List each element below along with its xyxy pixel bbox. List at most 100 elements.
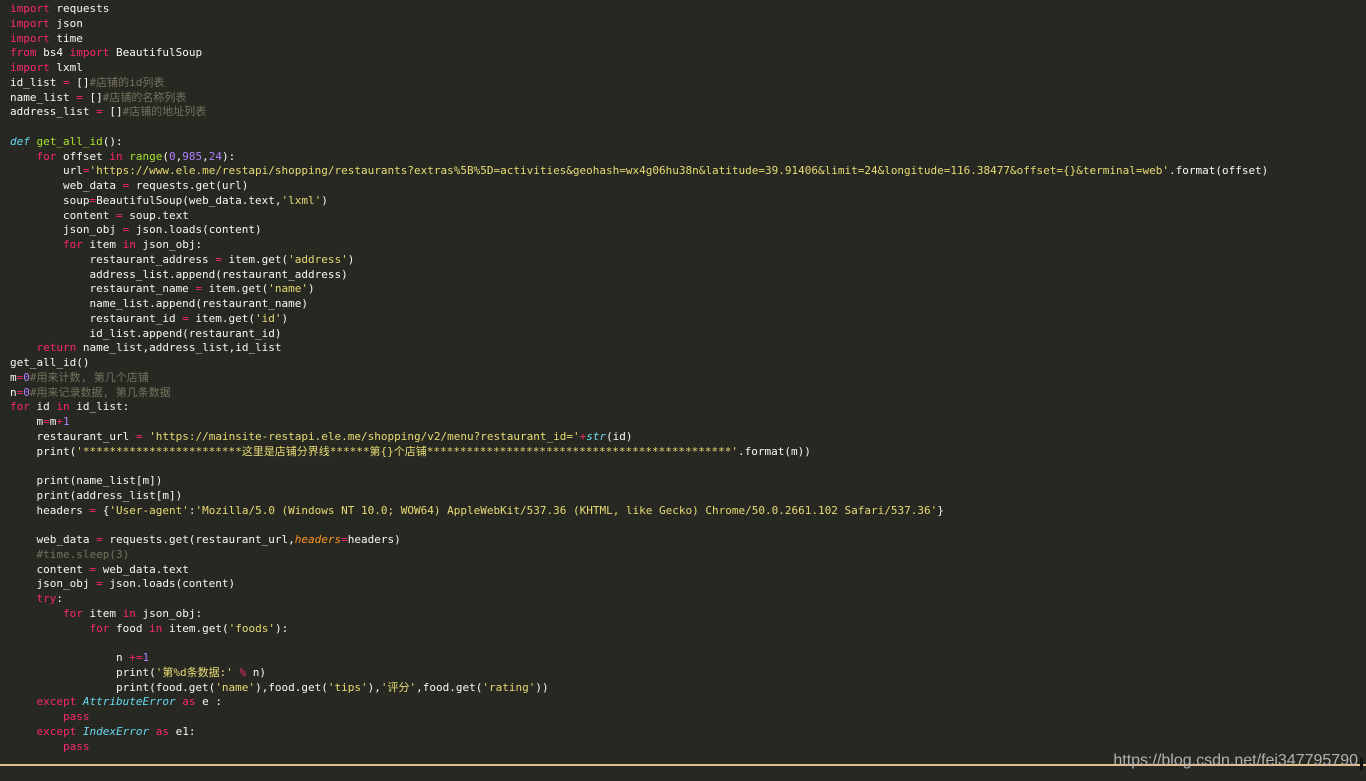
code-token: n) [246, 665, 266, 679]
code-token: str [586, 429, 607, 443]
code-editor[interactable]: import requests import json import time fro… [0, 0, 1366, 781]
code-token: print(name_list[m]) [10, 474, 163, 487]
code-token: as [155, 724, 169, 738]
code-token: offset [56, 149, 110, 163]
code-token: range [129, 149, 163, 163]
code-token: import [10, 61, 50, 74]
code-token: json_obj [10, 223, 123, 237]
code-line: id_list.append(restaurant_id) [10, 327, 1268, 342]
code-token: except [36, 724, 77, 738]
code-line: import time [10, 32, 1268, 47]
code-token: json.loads(content) [129, 223, 262, 237]
code-token: = [96, 577, 103, 591]
code-token: 'name' [215, 680, 256, 694]
code-token: n [10, 385, 17, 399]
code-token: AttributeError [82, 695, 176, 709]
code-token: get_all_id() [10, 356, 90, 369]
code-token: headers [294, 533, 342, 546]
code-token: 24 [208, 149, 222, 163]
code-token: json_obj [10, 577, 97, 591]
code-token: 'https://www.ele.me/restapi/shopping/res… [89, 164, 1169, 178]
code-line: restaurant_url = 'https://mainsite-resta… [10, 430, 1268, 445]
code-line: soup=BeautifulSoup(web_data.text,'lxml') [10, 194, 1268, 209]
code-line: except AttributeError as e : [10, 695, 1268, 710]
code-area[interactable]: import requests import json import time fro… [10, 2, 1268, 754]
code-token: (): [102, 134, 123, 148]
code-token: ) [281, 311, 289, 325]
code-token: 'https://mainsite-restapi.ele.me/shoppin… [149, 429, 580, 443]
code-token: [] [82, 90, 103, 104]
code-token: 'Mozilla/5.0 (Windows NT 10.0; WOW64) Ap… [195, 503, 938, 517]
code-token: try [36, 592, 57, 605]
code-token: = [96, 533, 103, 546]
code-token: json [49, 16, 83, 30]
code-line: import requests [10, 2, 1268, 17]
code-token: ) [347, 252, 355, 266]
code-line: #time.sleep(3) [10, 548, 1268, 563]
code-token: ),food.get( [255, 680, 328, 694]
code-token: = [96, 105, 103, 119]
code-token: as [182, 695, 196, 709]
code-token: 'tips' [327, 680, 368, 694]
code-token: .format(m)) [738, 444, 811, 458]
code-line: content = web_data.text [10, 563, 1268, 578]
code-token: print( [10, 444, 77, 458]
code-line: web_data = requests.get(url) [10, 179, 1268, 194]
code-token: address_list.append(restaurant_address) [10, 267, 348, 281]
code-token: ), [367, 680, 381, 694]
code-token: restaurant_address [10, 252, 216, 266]
code-line: print(name_list[m]) [10, 474, 1268, 489]
code-token: n [10, 651, 130, 664]
code-line: for item in json_obj: [10, 607, 1268, 622]
code-token: 0 [23, 370, 30, 384]
code-token: 'id' [255, 311, 282, 325]
code-token: headers [10, 503, 90, 517]
code-line: web_data = requests.get(restaurant_url,h… [10, 533, 1268, 548]
code-token: content [10, 208, 116, 222]
code-line: def get_all_id(): [10, 135, 1268, 150]
code-token: BeautifulSoup(web_data.text, [96, 193, 282, 207]
code-token: bs4 [36, 46, 70, 60]
code-token: soup.text [122, 208, 189, 222]
code-line: return name_list,address_list,id_list [10, 341, 1268, 356]
code-token: 'lxml' [281, 193, 322, 207]
code-token: ): [274, 621, 289, 635]
code-token: food [109, 621, 150, 635]
code-line: ​ [10, 518, 1268, 533]
code-line: for offset in range(0,985,24): [10, 150, 1268, 165]
code-token: #店铺的id列表 [89, 75, 165, 89]
code-line: url='https://www.ele.me/restapi/shopping… [10, 164, 1268, 179]
code-token: = [43, 415, 50, 428]
code-token: print(food.get( [10, 680, 216, 694]
code-line: for food in item.get('foods'): [10, 622, 1268, 637]
code-line: import json [10, 17, 1268, 32]
code-token: import [10, 2, 50, 15]
code-token: e1: [168, 724, 196, 738]
code-token: for [62, 238, 83, 251]
code-token: for [36, 149, 57, 163]
code-token: , [202, 149, 209, 163]
code-token: ,food.get( [416, 680, 483, 694]
code-line: try: [10, 592, 1268, 607]
code-line: n +=1 [10, 651, 1268, 666]
code-token: 'User-agent' [109, 503, 189, 517]
code-line: m=m+1 [10, 415, 1268, 430]
code-line: print('第%d条数据:' % n) [10, 666, 1268, 681]
code-token: in [122, 606, 136, 620]
code-token: = [62, 75, 70, 89]
code-token: import [10, 31, 50, 45]
code-token: m [10, 415, 44, 428]
code-token: '评分' [380, 680, 417, 694]
code-token: item.get( [202, 282, 269, 296]
code-line: n=0#用来记录数据, 第几条数据 [10, 386, 1268, 401]
code-token: += [129, 651, 143, 664]
code-token: IndexError [82, 724, 150, 738]
code-token: : [56, 592, 63, 605]
